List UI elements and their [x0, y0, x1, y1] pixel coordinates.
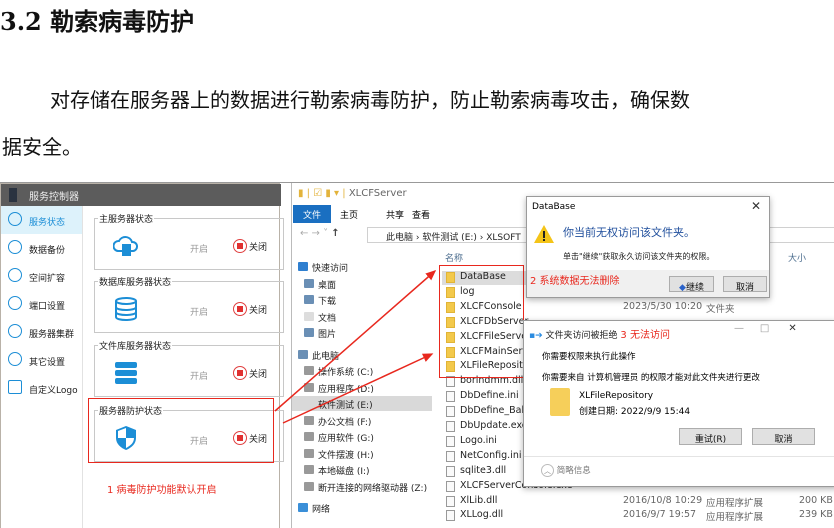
- folder-created: 创建日期: 2022/9/9 15:44: [579, 407, 691, 417]
- folder-move-icon: ▪➔: [529, 331, 543, 341]
- dialog-line: 你需要来自 计算机管理员 的权限才能对此文件夹进行更改: [542, 373, 760, 383]
- details-toggle[interactable]: ︿ 简略信息: [541, 464, 591, 477]
- dialog-title: DataBase: [532, 202, 576, 212]
- folder-name: XLFileRepository: [579, 391, 654, 401]
- arrow: [282, 353, 434, 424]
- dialog-title: 文件夹访问被拒绝: [545, 331, 618, 341]
- screenshot-figure: 服务控制器 服务状态 数据备份 空间扩容 端口设置 服务器集群 其它设置 自定义…: [0, 182, 834, 528]
- continue-button[interactable]: ◆继续: [669, 276, 714, 293]
- close-icon[interactable]: ✕: [751, 199, 761, 213]
- chevron-up-icon: ︿: [541, 464, 554, 477]
- section-heading: 3.2 勒索病毒防护: [0, 7, 195, 36]
- close-icon[interactable]: ✕: [788, 323, 796, 334]
- annotation-2: 2 系统数据无法删除: [530, 276, 620, 287]
- dialog-line: 你需要权限来执行此操作: [542, 352, 636, 362]
- dialog-title-bar: ▪➔ 文件夹访问被拒绝 3 无法访问: [529, 326, 670, 341]
- divider: [524, 456, 834, 457]
- retry-button[interactable]: 重试(R): [679, 428, 742, 445]
- paragraph-line: 对存储在服务器上的数据进行勒索病毒防护，防止勒索病毒攻击，确保数: [50, 88, 690, 112]
- cancel-button[interactable]: 取消: [723, 276, 767, 293]
- dialog-message: 你当前无权访问该文件夹。: [563, 226, 695, 239]
- label: 简略信息: [556, 466, 591, 476]
- warning-icon: [534, 225, 554, 243]
- dialog-detail: 单击"继续"获取永久访问该文件夹的权限。: [563, 252, 715, 261]
- window-controls[interactable]: — □ ✕: [734, 323, 797, 334]
- annotation-3: 3 无法访问: [620, 330, 670, 341]
- cancel-button[interactable]: 取消: [752, 428, 815, 445]
- folder-icon: [550, 388, 570, 416]
- access-denied-dialog: ▪➔ 文件夹访问被拒绝 3 无法访问 — □ ✕ 你需要权限来执行此操作 你需要…: [523, 320, 834, 487]
- uac-shield-icon: ◆: [679, 283, 686, 293]
- paragraph-line: 据安全。: [2, 135, 82, 159]
- label: 继续: [685, 283, 704, 293]
